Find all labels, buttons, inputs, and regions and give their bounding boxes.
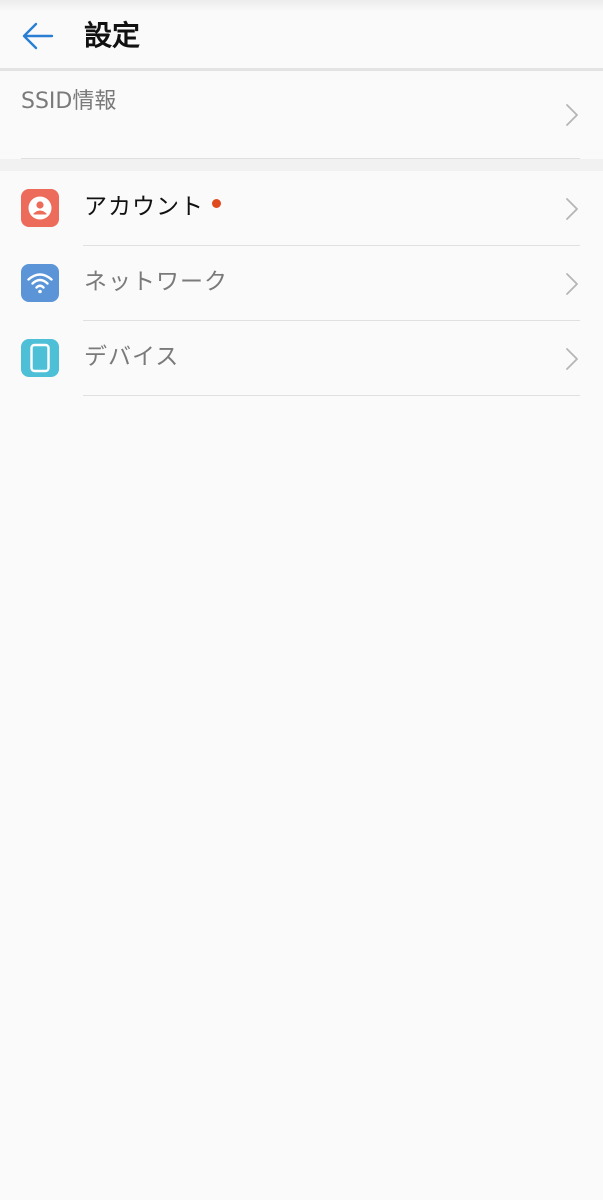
device-label: デバイス <box>84 344 180 370</box>
menu-item-account[interactable]: アカウント <box>0 171 603 246</box>
network-label: ネットワーク <box>84 269 228 295</box>
menu-item-network[interactable]: ネットワーク <box>0 246 603 321</box>
chevron-right-icon <box>566 348 578 370</box>
chevron-right-icon <box>566 273 578 295</box>
chevron-right-icon <box>566 104 578 126</box>
divider <box>83 395 580 396</box>
section-gap <box>0 159 603 171</box>
chevron-right-icon <box>566 198 578 220</box>
page-title: 設定 <box>84 19 141 52</box>
settings-screen: 設定 SSID情報 アカウント ネットワーク デバイス <box>0 0 603 1200</box>
app-header: 設定 <box>0 0 603 71</box>
back-button[interactable] <box>14 14 62 58</box>
ssid-info-label: SSID情報 <box>21 89 117 114</box>
account-icon <box>21 189 59 227</box>
ssid-info-item[interactable]: SSID情報 <box>0 71 603 159</box>
menu-item-device[interactable]: デバイス <box>0 321 603 396</box>
device-icon <box>21 339 59 377</box>
account-label: アカウント <box>84 194 204 220</box>
wifi-icon <box>21 264 59 302</box>
notification-dot <box>212 199 221 208</box>
menu-item-label: アカウント <box>84 189 221 225</box>
arrow-left-icon <box>22 22 54 50</box>
